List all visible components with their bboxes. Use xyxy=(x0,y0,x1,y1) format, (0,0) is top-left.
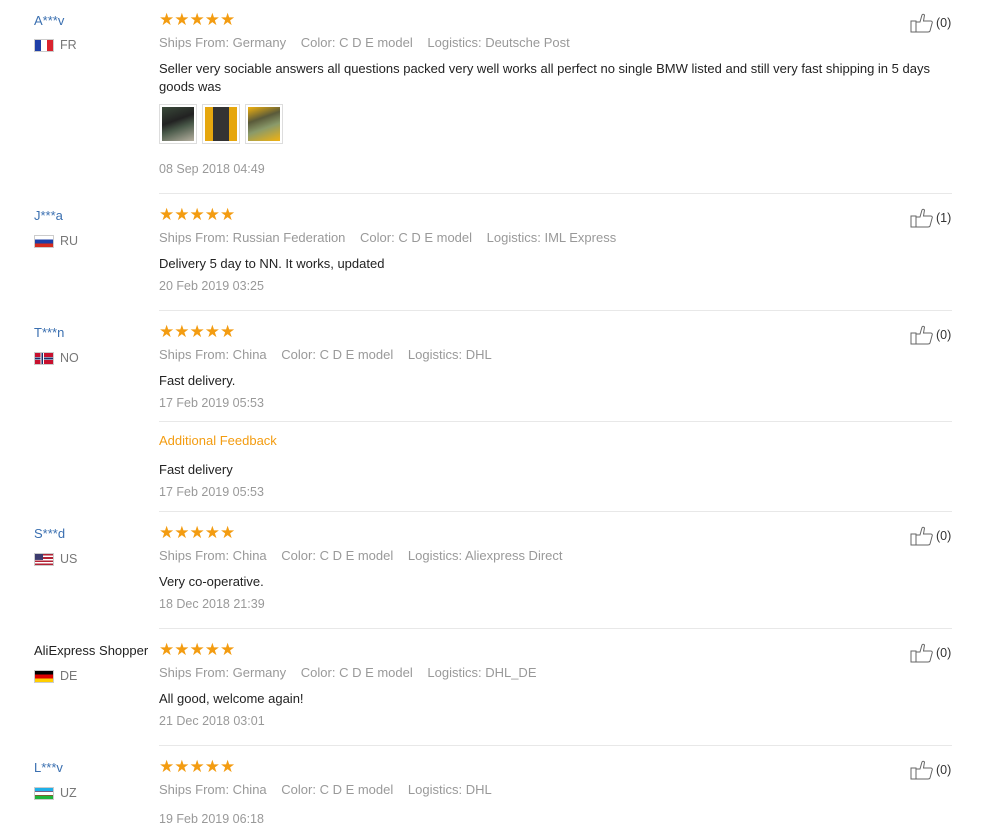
thumbs-up-icon xyxy=(910,643,933,663)
logistics: Logistics: DHL xyxy=(407,782,492,797)
ships-from: Ships From: China xyxy=(159,347,267,362)
country-code: RU xyxy=(60,234,79,248)
review-text: All good, welcome again! xyxy=(159,691,304,706)
helpful-button[interactable]: (0) xyxy=(910,760,951,780)
ships-from: Ships From: Germany xyxy=(159,35,287,50)
review-date: 20 Feb 2019 03:25 xyxy=(159,279,264,293)
country-code: FR xyxy=(60,38,77,52)
thumbs-up-icon xyxy=(910,526,933,546)
helpful-button[interactable]: (1) xyxy=(910,208,951,228)
review-photo[interactable] xyxy=(202,104,240,144)
review-meta: Ships From: Germany Color: C D E model L… xyxy=(159,665,548,680)
reviewer-country: US xyxy=(34,552,77,566)
helpful-count: (0) xyxy=(936,328,952,342)
reviewer-name[interactable]: L***v xyxy=(34,760,63,775)
star-rating: ★★★★★ xyxy=(159,205,236,224)
review-date: 17 Feb 2019 05:53 xyxy=(159,396,264,410)
divider xyxy=(159,421,952,422)
review-meta: Ships From: Germany Color: C D E model L… xyxy=(159,35,581,50)
reviewer-country: FR xyxy=(34,38,77,52)
helpful-button[interactable]: (0) xyxy=(910,325,951,345)
review-date: 21 Dec 2018 03:01 xyxy=(159,714,265,728)
star-rating: ★★★★★ xyxy=(159,322,236,341)
logistics: Logistics: Deutsche Post xyxy=(427,35,570,50)
reviewer-name[interactable]: A***v xyxy=(34,13,64,28)
ships-from: Ships From: China xyxy=(159,782,267,797)
thumbs-up-icon xyxy=(910,208,933,228)
review-text: Seller very sociable answers all questio… xyxy=(159,61,930,94)
divider xyxy=(159,511,952,512)
review-photo[interactable] xyxy=(245,104,283,144)
reviewer-country: NO xyxy=(34,351,79,365)
country-code: US xyxy=(60,552,78,566)
ships-from: Ships From: Germany xyxy=(159,665,287,680)
logistics: Logistics: DHL xyxy=(407,347,492,362)
review-text: Delivery 5 day to NN. It works, updated xyxy=(159,256,385,271)
helpful-count: (0) xyxy=(936,646,952,660)
product-color: Color: C D E model xyxy=(360,230,473,245)
star-rating: ★★★★★ xyxy=(159,757,236,776)
product-color: Color: C D E model xyxy=(281,347,394,362)
thumbs-up-icon xyxy=(910,13,933,33)
logistics: Logistics: IML Express xyxy=(486,230,617,245)
country-code: UZ xyxy=(60,786,77,800)
review-date: 18 Dec 2018 21:39 xyxy=(159,597,265,611)
ships-from: Ships From: Russian Federation xyxy=(159,230,346,245)
uzbekistan-flag-icon xyxy=(34,786,54,800)
additional-feedback-text: Fast delivery xyxy=(159,462,233,477)
review-photo[interactable] xyxy=(159,104,197,144)
reviewer-name: AliExpress Shopper xyxy=(34,643,149,658)
helpful-count: (0) xyxy=(936,16,952,30)
reviewer-country: UZ xyxy=(34,786,77,800)
review-meta: Ships From: China Color: C D E model Log… xyxy=(159,782,503,797)
reviewer-country: RU xyxy=(34,234,78,248)
logistics: Logistics: Aliexpress Direct xyxy=(407,548,563,563)
reviewer-name[interactable]: T***n xyxy=(34,325,64,340)
star-rating: ★★★★★ xyxy=(159,640,236,659)
france-flag-icon xyxy=(34,38,54,52)
helpful-button[interactable]: (0) xyxy=(910,526,951,546)
review-date: 08 Sep 2018 04:49 xyxy=(159,162,265,176)
review-meta: Ships From: Russian Federation Color: C … xyxy=(159,230,627,245)
germany-flag-icon xyxy=(34,669,54,683)
review-meta: Ships From: China Color: C D E model Log… xyxy=(159,347,503,362)
product-color: Color: C D E model xyxy=(300,35,413,50)
thumbs-up-icon xyxy=(910,760,933,780)
product-color: Color: C D E model xyxy=(281,548,394,563)
review-photos xyxy=(159,104,283,144)
divider xyxy=(159,745,952,746)
helpful-count: (0) xyxy=(936,763,952,777)
reviewer-country: DE xyxy=(34,669,77,683)
russia-flag-icon xyxy=(34,234,54,248)
helpful-button[interactable]: (0) xyxy=(910,643,951,663)
product-color: Color: C D E model xyxy=(281,782,394,797)
thumbs-up-icon xyxy=(910,325,933,345)
review-text: Fast delivery. xyxy=(159,373,236,388)
norway-flag-icon xyxy=(34,351,54,365)
review-meta: Ships From: China Color: C D E model Log… xyxy=(159,548,574,563)
additional-feedback-date: 17 Feb 2019 05:53 xyxy=(159,485,264,499)
usa-flag-icon xyxy=(34,552,54,566)
logistics: Logistics: DHL_DE xyxy=(427,665,537,680)
helpful-count: (1) xyxy=(936,211,952,225)
country-code: NO xyxy=(60,351,79,365)
product-color: Color: C D E model xyxy=(300,665,413,680)
star-rating: ★★★★★ xyxy=(159,10,236,29)
reviewer-name[interactable]: S***d xyxy=(34,526,65,541)
ships-from: Ships From: China xyxy=(159,548,267,563)
reviewer-name[interactable]: J***a xyxy=(34,208,63,223)
star-rating: ★★★★★ xyxy=(159,523,236,542)
helpful-button[interactable]: (0) xyxy=(910,13,951,33)
review-date: 19 Feb 2019 06:18 xyxy=(159,812,264,826)
additional-feedback-label: Additional Feedback xyxy=(159,433,277,448)
divider xyxy=(159,628,952,629)
helpful-count: (0) xyxy=(936,529,952,543)
divider xyxy=(159,310,952,311)
country-code: DE xyxy=(60,669,78,683)
review-text: Very co-operative. xyxy=(159,574,264,589)
divider xyxy=(159,193,952,194)
